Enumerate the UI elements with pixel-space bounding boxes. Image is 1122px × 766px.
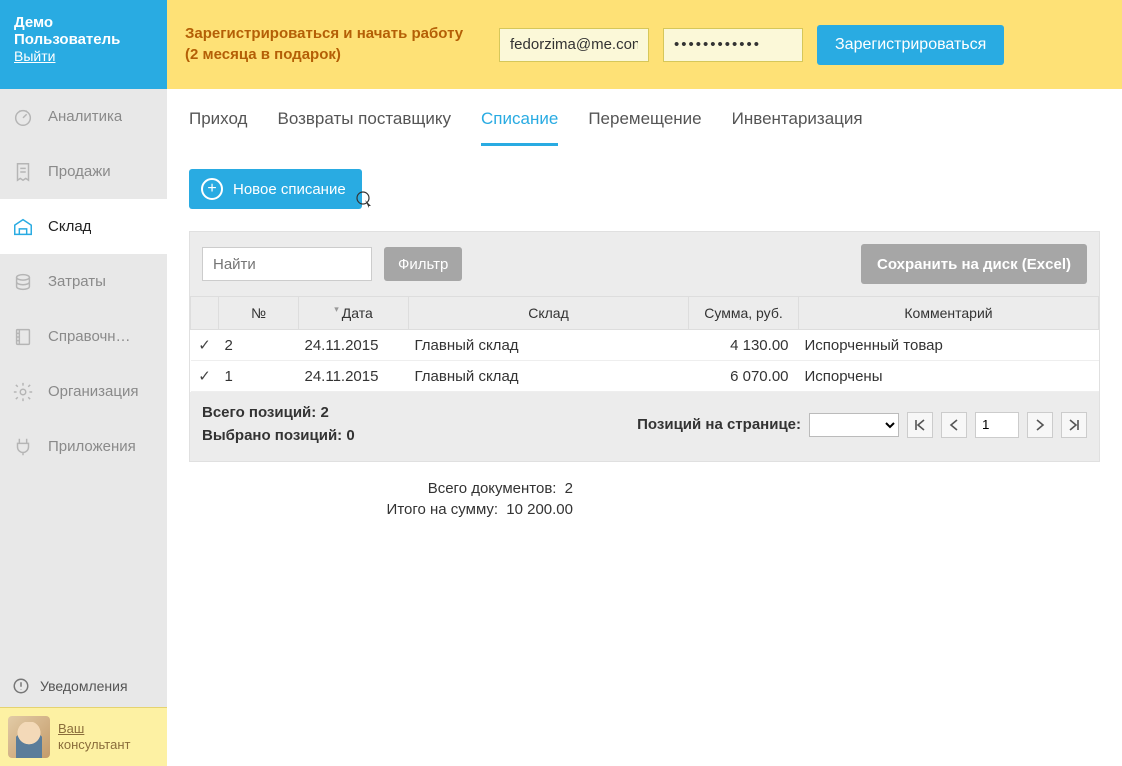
tab-inventory[interactable]: Инвентаризация <box>732 109 863 146</box>
cell-comment: Испорчены <box>799 361 1099 392</box>
tab-transfer[interactable]: Перемещение <box>588 109 701 146</box>
page-next-button[interactable] <box>1027 412 1053 438</box>
col-num[interactable]: № <box>219 297 299 330</box>
page-input[interactable] <box>975 412 1019 438</box>
total-positions-label: Всего позиций: <box>202 404 316 421</box>
sidebar-item-apps[interactable]: Приложения <box>0 419 167 474</box>
sidebar-header: Демо Пользователь Выйти <box>0 0 167 89</box>
register-button[interactable]: Зарегистрироваться <box>817 25 1004 65</box>
new-writeoff-button[interactable]: + Новое списание <box>189 169 362 209</box>
plug-icon <box>12 436 34 458</box>
plus-icon: + <box>201 178 223 200</box>
page-last-button[interactable] <box>1061 412 1087 438</box>
page-first-button[interactable] <box>907 412 933 438</box>
col-date[interactable]: Дата <box>299 297 409 330</box>
cell-num: 2 <box>219 330 299 361</box>
sidebar-item-analytics[interactable]: Аналитика <box>0 89 167 144</box>
summary-sum-label: Итого на сумму: <box>387 501 499 518</box>
logout-link[interactable]: Выйти <box>14 48 153 64</box>
banner-line1: Зарегистрироваться и начать работу <box>185 24 485 44</box>
footer-totals: Всего позиций: 2 Выбрано позиций: 0 <box>202 402 355 447</box>
col-comment[interactable]: Комментарий <box>799 297 1099 330</box>
new-writeoff-label: Новое списание <box>233 181 346 198</box>
sidebar: Демо Пользователь Выйти Аналитика Продаж… <box>0 0 167 766</box>
sidebar-item-warehouse[interactable]: Склад <box>0 199 167 254</box>
warehouse-icon <box>12 216 34 238</box>
tab-returns[interactable]: Возвраты поставщику <box>277 109 451 146</box>
registration-banner: Зарегистрироваться и начать работу (2 ме… <box>167 0 1122 89</box>
receipt-icon <box>12 161 34 183</box>
search-input[interactable] <box>202 247 372 281</box>
selected-positions-label: Выбрано позиций: <box>202 427 342 444</box>
banner-line2: (2 месяца в подарок) <box>185 45 485 65</box>
cell-sum: 6 070.00 <box>689 361 799 392</box>
sidebar-item-reference[interactable]: Справочн… <box>0 309 167 364</box>
cell-date: 24.11.2015 <box>299 330 409 361</box>
content: + Новое списание Фильтр Сохранить на дис… <box>167 147 1122 544</box>
notifications-link[interactable]: Уведомления <box>0 665 167 707</box>
consultant-text: Ваш консультант <box>58 721 130 752</box>
username: Демо Пользователь <box>14 14 153 48</box>
sidebar-item-label: Аналитика <box>48 108 122 125</box>
export-excel-button[interactable]: Сохранить на диск (Excel) <box>861 244 1087 284</box>
alert-icon <box>12 677 30 695</box>
cell-sum: 4 130.00 <box>689 330 799 361</box>
sidebar-item-expenses[interactable]: Затраты <box>0 254 167 309</box>
consultant-line1: Ваш <box>58 721 130 737</box>
sidebar-item-label: Приложения <box>48 438 136 455</box>
sidebar-item-label: Организация <box>48 383 138 400</box>
gauge-icon <box>12 106 34 128</box>
pager: Позиций на странице: <box>637 412 1087 438</box>
sidebar-item-label: Склад <box>48 218 91 235</box>
data-table: № Дата Склад Сумма, руб. Комментарий ✓ 2… <box>190 296 1099 392</box>
summary-docs-value: 2 <box>565 480 573 497</box>
filter-row: Фильтр Сохранить на диск (Excel) <box>190 232 1099 296</box>
sidebar-item-label: Продажи <box>48 163 111 180</box>
check-icon: ✓ <box>191 330 219 361</box>
table-row[interactable]: ✓ 2 24.11.2015 Главный склад 4 130.00 Ис… <box>191 330 1099 361</box>
sidebar-item-label: Затраты <box>48 273 106 290</box>
col-warehouse[interactable]: Склад <box>409 297 689 330</box>
cell-warehouse: Главный склад <box>409 330 689 361</box>
tabs: Приход Возвраты поставщику Списание Пере… <box>167 89 1122 147</box>
col-check[interactable] <box>191 297 219 330</box>
col-sum[interactable]: Сумма, руб. <box>689 297 799 330</box>
per-page-select[interactable] <box>809 413 899 437</box>
grid-panel: Фильтр Сохранить на диск (Excel) № Дата … <box>189 231 1100 462</box>
gear-icon <box>12 381 34 403</box>
tab-receipt[interactable]: Приход <box>189 109 247 146</box>
sidebar-items: Аналитика Продажи Склад Затраты <box>0 89 167 665</box>
coins-icon <box>12 271 34 293</box>
page-prev-button[interactable] <box>941 412 967 438</box>
cell-date: 24.11.2015 <box>299 361 409 392</box>
sidebar-item-organization[interactable]: Организация <box>0 364 167 419</box>
banner-email-input[interactable] <box>499 28 649 62</box>
summary-sum-value: 10 200.00 <box>506 501 573 518</box>
banner-password-input[interactable] <box>663 28 803 62</box>
avatar <box>8 716 50 758</box>
cell-comment: Испорченный товар <box>799 330 1099 361</box>
book-icon <box>12 326 34 348</box>
total-positions-value: 2 <box>320 404 328 421</box>
consultant-card[interactable]: Ваш консультант <box>0 707 167 766</box>
banner-message: Зарегистрироваться и начать работу (2 ме… <box>185 24 485 65</box>
consultant-line2: консультант <box>58 737 130 753</box>
tab-writeoff[interactable]: Списание <box>481 109 558 146</box>
filter-button[interactable]: Фильтр <box>384 247 462 281</box>
table-row[interactable]: ✓ 1 24.11.2015 Главный склад 6 070.00 Ис… <box>191 361 1099 392</box>
cell-warehouse: Главный склад <box>409 361 689 392</box>
summary: Всего документов: 2 Итого на сумму: 10 2… <box>233 480 1100 518</box>
check-icon: ✓ <box>191 361 219 392</box>
cell-num: 1 <box>219 361 299 392</box>
notifications-label: Уведомления <box>40 678 128 694</box>
grid-footer: Всего позиций: 2 Выбрано позиций: 0 Пози… <box>190 392 1099 461</box>
summary-docs-label: Всего документов: <box>428 480 557 497</box>
per-page-label: Позиций на странице: <box>637 416 801 433</box>
main-area: Зарегистрироваться и начать работу (2 ме… <box>167 0 1122 766</box>
table-header-row: № Дата Склад Сумма, руб. Комментарий <box>191 297 1099 330</box>
sidebar-item-sales[interactable]: Продажи <box>0 144 167 199</box>
sidebar-item-label: Справочн… <box>48 328 131 345</box>
selected-positions-value: 0 <box>346 427 354 444</box>
